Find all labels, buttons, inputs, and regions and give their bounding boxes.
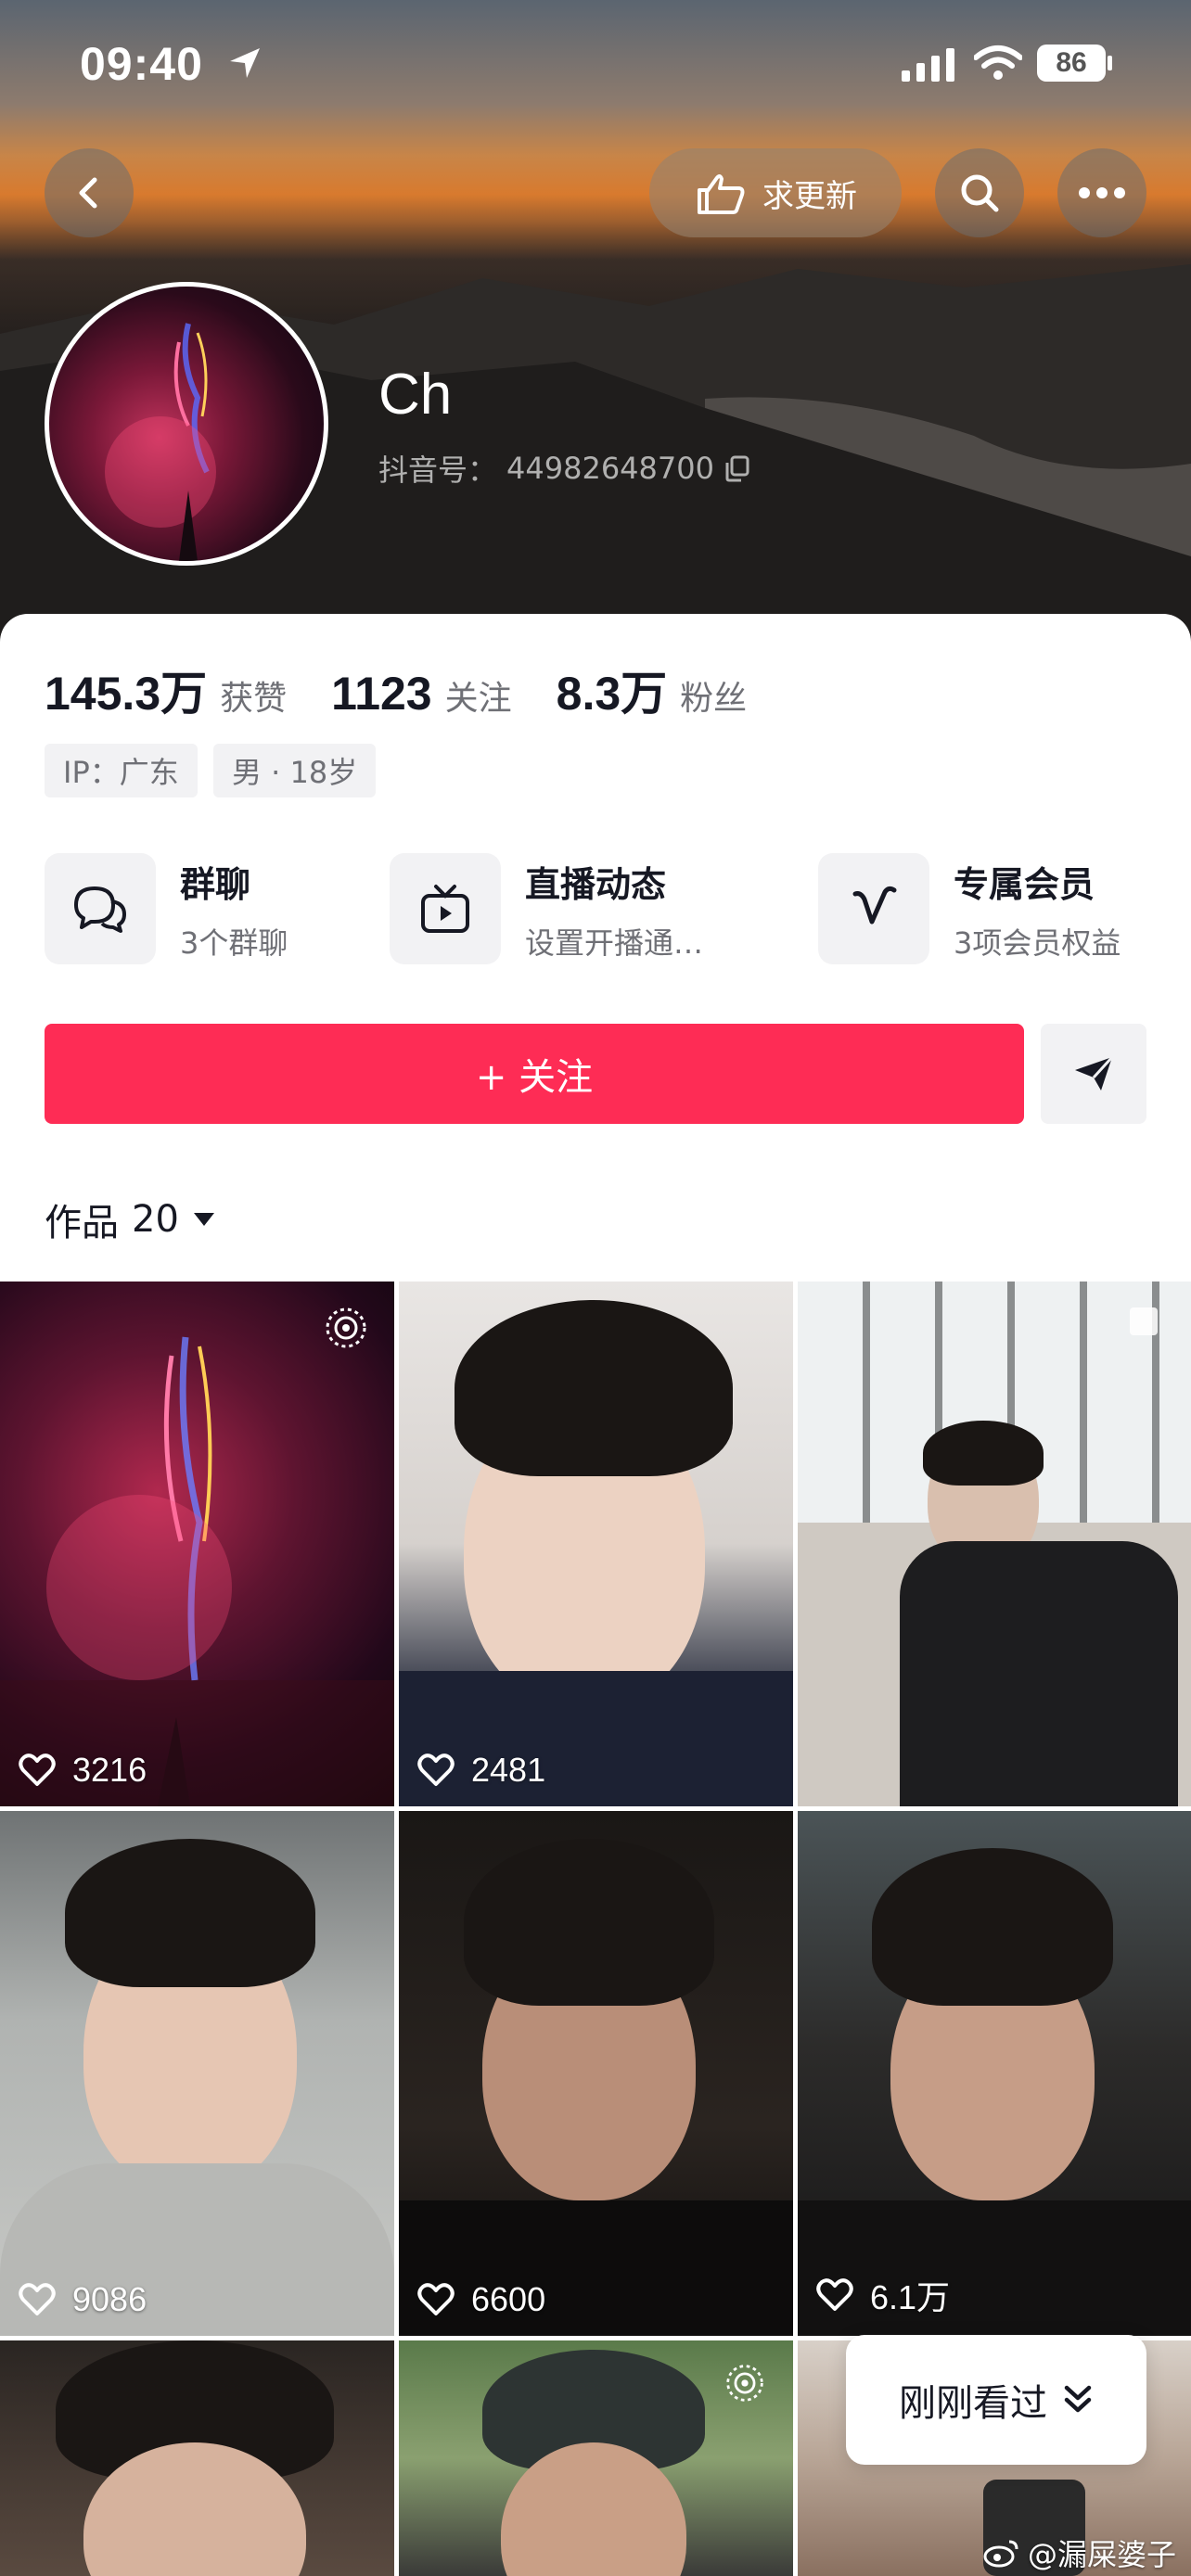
douyin-id-value: 44982648700 (506, 451, 714, 486)
search-icon (961, 174, 999, 212)
feature-title: 直播动态 (525, 863, 667, 905)
tv-icon (421, 885, 469, 933)
more-dots-icon (1079, 187, 1125, 198)
video-tile[interactable]: 3216 (0, 1282, 394, 1806)
request-update-label: 求更新 (762, 177, 857, 215)
works-tab[interactable]: 作品 20 (45, 1192, 216, 1246)
likes-label: 获赞 (220, 680, 288, 718)
profile-stats: 145.3万 获赞 1123 关注 8.3万 粉丝 (45, 657, 791, 723)
signal-icon (902, 48, 954, 82)
search-button[interactable] (935, 148, 1024, 237)
heart-icon (19, 1753, 56, 1786)
more-options-button[interactable] (1057, 148, 1146, 237)
heart-icon (417, 1753, 455, 1786)
works-label: 作品 (45, 1202, 119, 1244)
feature-group-chat[interactable]: 群聊 3个群聊 (45, 853, 288, 964)
gender-age-tag: 男 · 18岁 (213, 744, 377, 797)
like-count: 2481 (417, 1751, 545, 1790)
follow-button[interactable]: + 关注 (45, 1024, 1024, 1124)
video-tile[interactable]: 6.1万 (798, 1811, 1191, 2336)
profile-name: Ch (378, 363, 453, 427)
like-count: 9086 (19, 2280, 147, 2319)
heart-icon (417, 2283, 455, 2315)
profile-card: 145.3万 获赞 1123 关注 8.3万 粉丝 IP：广东 男 · 18岁 … (0, 614, 1191, 1282)
status-time: 09:40 (80, 38, 203, 90)
battery-tip (1108, 56, 1112, 70)
like-count: 3216 (19, 1751, 147, 1790)
works-count: 20 (132, 1198, 179, 1241)
live-ring-icon (726, 2365, 763, 2402)
fireworks-image (0, 1336, 394, 1806)
heart-icon (816, 2278, 853, 2311)
feature-subtitle: 设置开播通… (525, 925, 704, 961)
video-tile[interactable]: 2481 (399, 1282, 793, 1806)
video-tile[interactable]: 6600 (399, 1811, 793, 2336)
feature-subtitle: 3项会员权益 (954, 925, 1121, 961)
douyin-id: 抖音号： 44982648700 (378, 447, 751, 490)
avatar[interactable] (45, 282, 328, 566)
request-update-button[interactable]: 求更新 (649, 148, 902, 237)
paper-plane-icon (1075, 1055, 1114, 1090)
weibo-logo-icon (983, 2540, 1018, 2568)
video-tile[interactable] (798, 1282, 1191, 1806)
feature-membership[interactable]: 专属会员 3项会员权益 (818, 853, 1121, 964)
chat-bubbles-icon (74, 886, 126, 933)
like-count: 6.1万 (816, 2271, 950, 2319)
video-tile[interactable] (0, 2340, 394, 2576)
watermark: @漏屎婆子 (983, 2531, 1176, 2574)
following-label: 关注 (444, 680, 512, 718)
feature-title: 专属会员 (954, 863, 1095, 905)
douyin-id-label: 抖音号： (378, 453, 498, 488)
followers-label: 粉丝 (680, 680, 748, 718)
likes-count[interactable]: 145.3万 (45, 657, 207, 723)
pointing-hand-icon (698, 174, 745, 214)
recently-viewed-label: 刚刚看过 (899, 2382, 1047, 2425)
heart-icon (19, 2283, 56, 2315)
video-tile[interactable]: 9086 (0, 1811, 394, 2336)
followers-count[interactable]: 8.3万 (557, 657, 668, 723)
ip-location-tag: IP：广东 (45, 744, 198, 797)
status-bar: 09:40 86 (0, 0, 1191, 130)
battery-indicator: 86 (1037, 45, 1106, 82)
feature-live-updates[interactable]: 直播动态 设置开播通… (390, 853, 703, 964)
feature-title: 群聊 (180, 863, 251, 905)
live-ring-icon (326, 1307, 366, 1348)
following-count[interactable]: 1123 (331, 667, 431, 721)
location-arrow-icon (230, 48, 260, 78)
double-chevron-down-icon (1064, 2385, 1092, 2413)
chevron-left-icon (79, 177, 97, 209)
video-tile[interactable] (399, 2340, 793, 2576)
copy-icon[interactable] (724, 454, 751, 482)
caret-down-icon (193, 1213, 214, 1226)
wifi-icon (974, 45, 1022, 80)
watermark-text: @漏屎婆子 (1028, 2537, 1177, 2572)
like-count: 6600 (417, 2280, 545, 2319)
feature-subtitle: 3个群聊 (180, 925, 288, 961)
recently-viewed-button[interactable]: 刚刚看过 (846, 2335, 1146, 2465)
back-button[interactable] (45, 148, 134, 237)
send-message-button[interactable] (1041, 1024, 1146, 1124)
v-badge-icon (852, 886, 897, 925)
multi-image-icon (1130, 1307, 1158, 1335)
avatar-fireworks-image (105, 323, 216, 561)
